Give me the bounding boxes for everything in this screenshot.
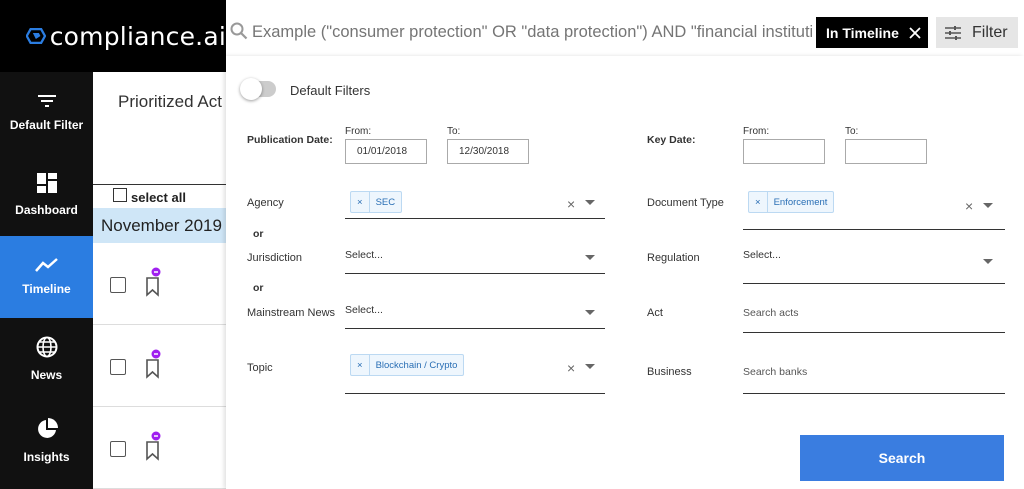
select-all-checkbox[interactable] (113, 188, 127, 202)
clear-icon[interactable]: × (965, 198, 973, 214)
bookmark-icon[interactable] (143, 349, 163, 379)
bookmark-icon[interactable] (143, 431, 163, 461)
chevron-down-icon[interactable] (585, 255, 595, 260)
list-item[interactable] (93, 243, 233, 325)
chevron-down-icon[interactable] (585, 200, 595, 205)
logo-icon (26, 28, 46, 44)
sidebar-item-label: Dashboard (15, 203, 78, 217)
sliders-icon (945, 25, 961, 40)
agency-label: Agency (247, 197, 284, 209)
app-window: compliance.ai Default Filter Dashboard T… (0, 0, 1024, 489)
select-all[interactable]: select all (113, 188, 186, 206)
sidebar: Default Filter Dashboard Timeline News I… (0, 72, 93, 489)
business-label: Business (647, 366, 692, 378)
close-icon[interactable] (909, 26, 921, 39)
pie-chart-icon (37, 418, 58, 438)
or-label: or (253, 282, 264, 294)
chip-remove-icon[interactable]: × (351, 192, 370, 212)
key-date-to-label: To: (845, 126, 859, 137)
row-checkbox[interactable] (110, 277, 126, 293)
default-filters-toggle[interactable] (240, 78, 276, 100)
key-date-from-label: From: (743, 126, 770, 137)
chevron-down-icon[interactable] (585, 310, 595, 315)
chip-remove-icon[interactable]: × (749, 192, 768, 212)
document-type-label: Document Type (647, 197, 724, 209)
publication-from-label: From: (345, 126, 372, 137)
logo[interactable]: compliance.ai (0, 0, 226, 72)
search-input[interactable] (252, 19, 812, 45)
mainstream-news-label: Mainstream News (247, 307, 336, 319)
mainstream-news-placeholder: Select... (345, 304, 383, 316)
sidebar-item-news[interactable]: News (0, 318, 93, 400)
act-search-input[interactable]: Search acts (743, 302, 1005, 333)
month-header: November 2019 (93, 208, 233, 243)
sidebar-item-label: Insights (23, 450, 70, 464)
document-type-chip: × Enforcement (748, 191, 835, 213)
in-timeline-chip[interactable]: In Timeline (816, 17, 928, 48)
row-checkbox[interactable] (110, 359, 126, 375)
document-type-select[interactable]: × Enforcement × (743, 188, 1005, 230)
bookmark-icon[interactable] (143, 267, 163, 297)
act-label: Act (647, 307, 663, 319)
logo-text: compliance.ai (49, 21, 226, 51)
sidebar-item-label: Default Filter (9, 118, 84, 132)
jurisdiction-placeholder: Select... (345, 249, 383, 261)
list-item[interactable] (93, 325, 233, 407)
toggle-knob (240, 78, 262, 100)
regulation-select[interactable]: Select... (743, 243, 1005, 284)
page-title: Prioritized Act (118, 92, 222, 111)
filter-panel: Default Filters Publication Date: From: … (226, 56, 1024, 489)
sidebar-item-insights[interactable]: Insights (0, 400, 93, 482)
jurisdiction-label: Jurisdiction (247, 252, 303, 264)
chevron-down-icon[interactable] (983, 259, 993, 264)
chip-remove-icon[interactable]: × (351, 355, 370, 375)
clear-icon[interactable]: × (567, 360, 575, 376)
chevron-down-icon[interactable] (983, 203, 993, 208)
agency-chip: × SEC (350, 191, 403, 213)
agency-select[interactable]: × SEC × (345, 188, 605, 219)
search-bar: In Timeline Filter (226, 8, 1024, 56)
key-date-from-field[interactable] (743, 139, 825, 164)
default-filters-label: Default Filters (290, 83, 371, 98)
dashboard-icon (36, 173, 57, 193)
key-date-to-field[interactable] (845, 139, 927, 164)
in-timeline-label: In Timeline (826, 24, 899, 41)
sidebar-item-dashboard[interactable]: Dashboard (0, 154, 93, 236)
agency-chip-label: SEC (375, 196, 396, 208)
jurisdiction-select[interactable]: Select... (345, 243, 605, 274)
key-date-label: Key Date: (647, 134, 696, 146)
publication-to-field[interactable]: 12/30/2018 (447, 139, 529, 164)
divider (93, 184, 233, 185)
mainstream-news-select[interactable]: Select... (345, 298, 605, 329)
clear-icon[interactable]: × (567, 196, 575, 212)
document-type-chip-label: Enforcement (773, 196, 828, 208)
row-checkbox[interactable] (110, 441, 126, 457)
select-all-label: select all (131, 189, 186, 205)
filter-lines-icon (37, 95, 56, 107)
publication-from-field[interactable]: 01/01/2018 (345, 139, 427, 164)
topic-chip: × Blockchain / Crypto (350, 354, 465, 376)
topic-label: Topic (247, 362, 273, 374)
regulation-placeholder: Select... (743, 249, 781, 261)
sidebar-item-default-filter[interactable]: Default Filter (0, 72, 93, 154)
regulation-label: Regulation (647, 252, 700, 264)
list-item[interactable] (93, 407, 233, 489)
timeline-main: Prioritized Act select all November 2019 (93, 72, 233, 489)
search-button[interactable]: Search (800, 435, 1004, 481)
timeline-icon (34, 258, 58, 272)
publication-to-label: To: (447, 126, 461, 137)
publication-date-label: Publication Date: (247, 134, 333, 146)
search-icon (230, 22, 248, 40)
sidebar-item-label: News (30, 368, 63, 382)
filter-label: Filter (972, 23, 1008, 41)
topic-chip-label: Blockchain / Crypto (375, 359, 458, 371)
chevron-down-icon[interactable] (585, 364, 595, 369)
sidebar-item-timeline[interactable]: Timeline (0, 236, 93, 318)
globe-icon (36, 336, 57, 358)
or-label: or (253, 228, 264, 240)
sidebar-item-label: Timeline (22, 282, 71, 296)
business-search-input[interactable]: Search banks (743, 361, 1005, 394)
filter-button[interactable]: Filter (936, 17, 1018, 48)
topic-select[interactable]: × Blockchain / Crypto × (345, 352, 605, 394)
